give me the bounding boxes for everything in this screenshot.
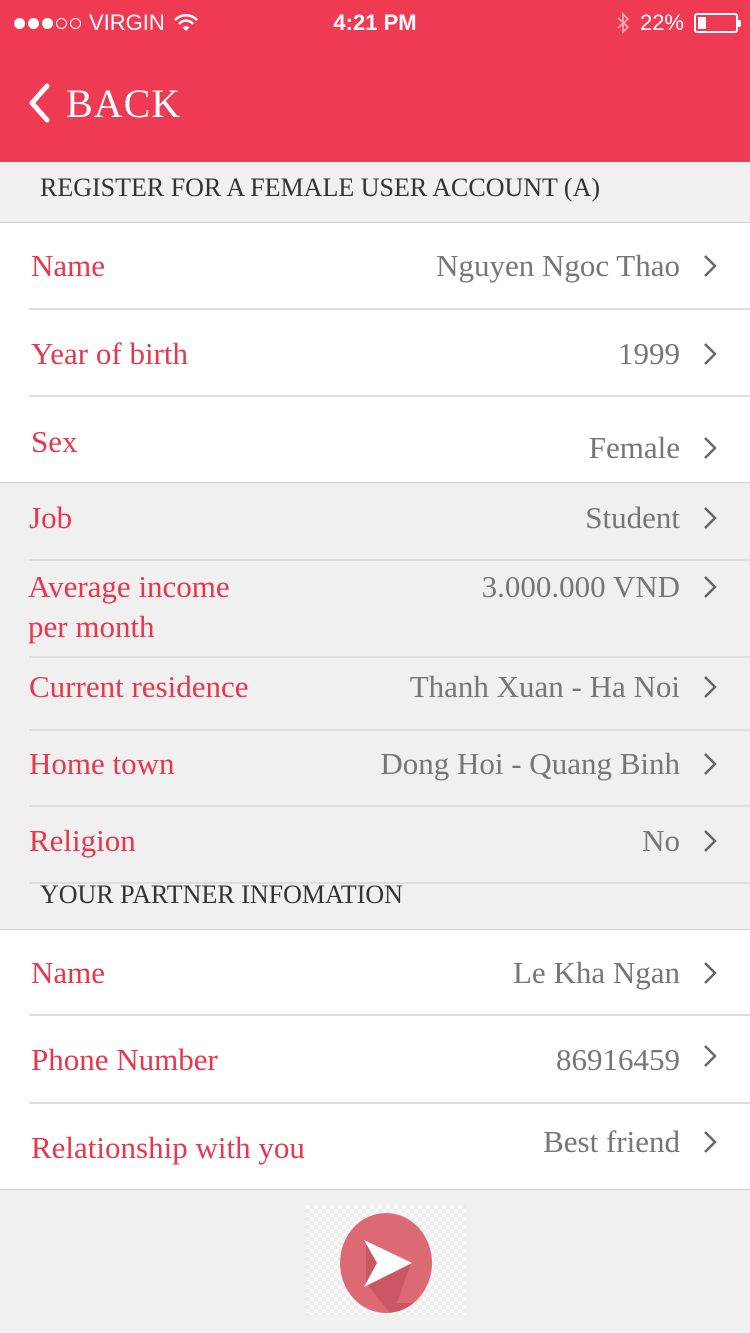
field-label: Sex	[31, 424, 78, 459]
field-label: Home town	[29, 746, 175, 781]
partner-section-title: YOUR PARTNER INFOMATION	[40, 880, 403, 909]
chevron-right-icon	[704, 753, 717, 775]
row-divider	[29, 1102, 750, 1104]
chevron-right-icon	[704, 962, 717, 984]
field-value: Thanh Xuan - Ha Noi	[409, 669, 680, 704]
field-value: Dong Hoi - Quang Binh	[380, 746, 680, 781]
field-label: Name	[31, 248, 106, 283]
status-bar: VIRGIN 4:21 PM 22%	[0, 0, 750, 48]
field-label: Name	[31, 955, 106, 990]
field-label-line2: per month	[28, 609, 155, 644]
field-label: Year of birth	[31, 336, 188, 371]
field-value: 86916459	[556, 1042, 680, 1077]
field-value: Student	[585, 500, 680, 535]
field-label: Religion	[29, 823, 136, 858]
battery-icon	[694, 13, 741, 33]
back-button[interactable]: BACK	[28, 80, 181, 126]
chevron-right-icon	[704, 507, 717, 529]
chevron-right-icon	[704, 437, 717, 459]
field-label: Job	[29, 500, 73, 535]
field-label: Relationship with you	[31, 1130, 305, 1165]
row-divider	[29, 308, 750, 310]
row-divider	[29, 559, 750, 561]
bluetooth-icon	[617, 12, 630, 34]
row-divider	[29, 656, 750, 658]
chevron-right-icon	[704, 676, 717, 698]
field-value: 1999	[618, 336, 680, 371]
battery-percent: 22%	[639, 10, 684, 35]
field-value: Le Kha Ngan	[513, 955, 680, 990]
account-section-title: REGISTER FOR A FEMALE USER ACCOUNT (A)	[40, 173, 601, 202]
header-bar: VIRGIN 4:21 PM 22% BACK	[0, 0, 750, 162]
back-label: BACK	[66, 80, 182, 126]
row-divider	[29, 729, 750, 731]
arrow-right-icon	[364, 1240, 432, 1313]
row-divider	[29, 395, 750, 397]
field-label: Current residence	[29, 669, 249, 704]
field-label: Phone Number	[31, 1042, 218, 1077]
submit-button[interactable]	[340, 1213, 432, 1313]
chevron-right-icon	[704, 1045, 717, 1067]
chevron-right-icon	[704, 830, 717, 852]
field-label-line1: Average income	[28, 569, 230, 604]
chevron-left-icon	[29, 83, 50, 123]
row-divider	[29, 1014, 750, 1016]
field-value: No	[642, 823, 680, 858]
field-value: Best friend	[543, 1124, 680, 1159]
chevron-right-icon	[704, 343, 717, 365]
field-value: Female	[588, 430, 680, 465]
field-value: Nguyen Ngoc Thao	[436, 248, 680, 283]
chevron-right-icon	[704, 576, 717, 598]
chevron-right-icon	[704, 1131, 717, 1153]
row-divider	[29, 805, 750, 807]
chevron-right-icon	[704, 255, 717, 277]
field-value: 3.000.000 VND	[481, 569, 680, 604]
